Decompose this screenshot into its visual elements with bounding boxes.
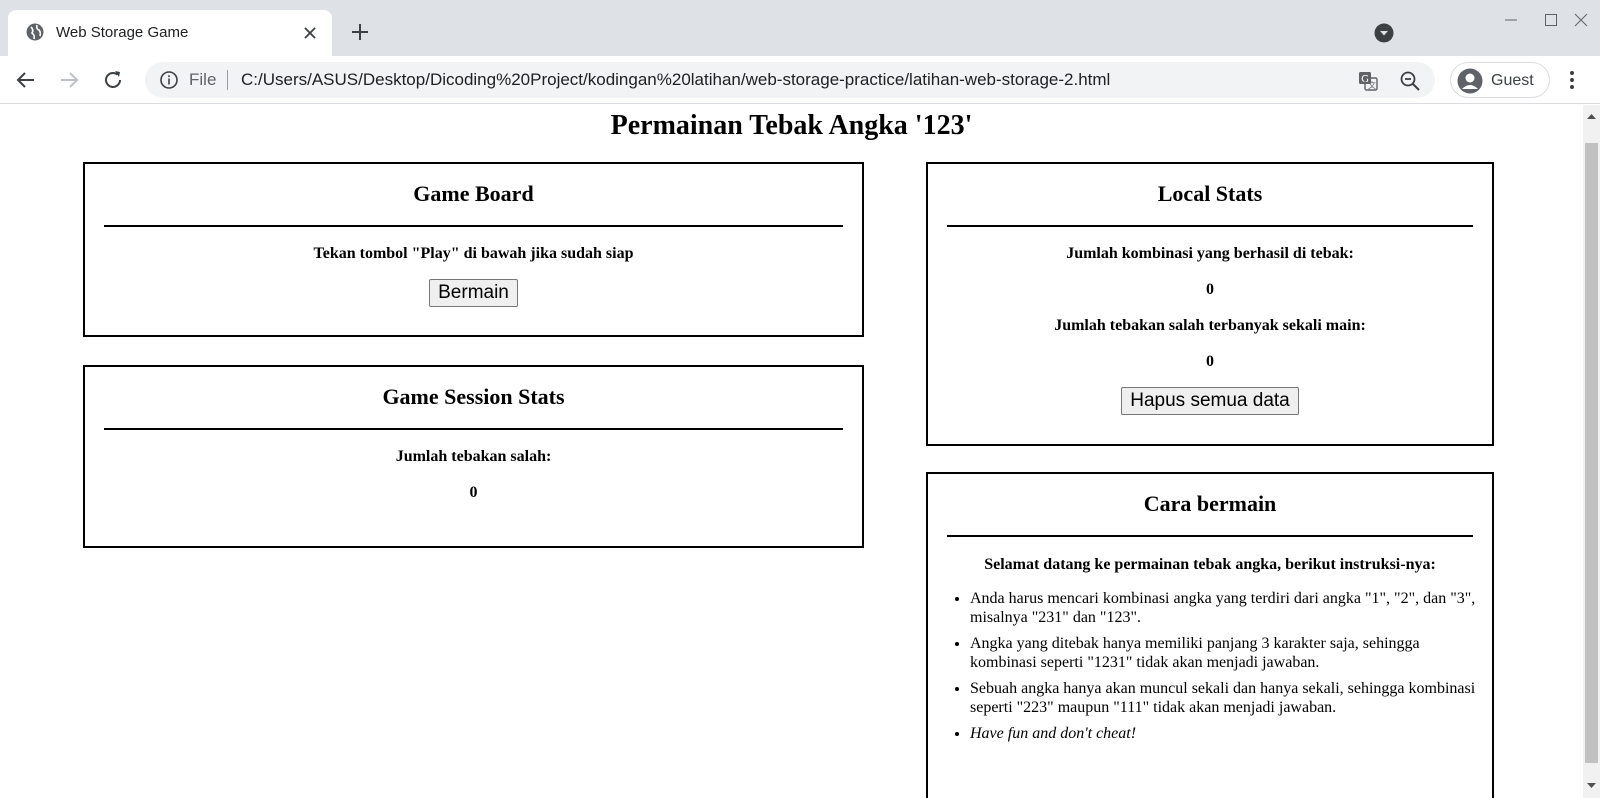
game-board-heading: Game Board bbox=[413, 181, 534, 206]
back-arrow-icon[interactable] bbox=[14, 68, 38, 92]
avatar-icon bbox=[1457, 68, 1483, 94]
active-tab[interactable]: Web Storage Game bbox=[8, 10, 332, 56]
list-item: Have fun and don't cheat! bbox=[970, 724, 1486, 743]
clear-data-button[interactable]: Hapus semua data bbox=[1121, 387, 1299, 415]
window-close-icon[interactable] bbox=[1566, 6, 1596, 34]
max-wrong-label: Jumlah tebakan salah terbanyak sekali ma… bbox=[1054, 317, 1366, 334]
play-button[interactable]: Bermain bbox=[429, 279, 518, 307]
divider bbox=[947, 225, 1473, 227]
kebab-menu-icon[interactable] bbox=[1560, 68, 1584, 92]
tab-title: Web Storage Game bbox=[56, 24, 189, 41]
zoom-out-icon[interactable] bbox=[1399, 70, 1421, 92]
profile-button[interactable]: Guest bbox=[1450, 62, 1550, 98]
session-stats-heading: Game Session Stats bbox=[382, 384, 565, 409]
forward-arrow-icon bbox=[61, 72, 79, 88]
divider bbox=[104, 225, 843, 227]
max-wrong-value: 0 bbox=[1206, 353, 1214, 370]
how-to-play-intro: Selamat datang ke permainan tebak angka,… bbox=[984, 556, 1436, 573]
divider bbox=[947, 535, 1473, 537]
wrong-guesses-label: Jumlah tebakan salah: bbox=[395, 448, 552, 465]
session-stats-card: Game Session Stats Jumlah tebakan salah:… bbox=[83, 365, 864, 548]
wrong-guesses-value: 0 bbox=[469, 484, 478, 501]
instruction-list: Anda harus mencari kombinasi angka yang … bbox=[970, 589, 1492, 743]
page-title: Permainan Tebak Angka '123' bbox=[610, 110, 973, 141]
globe-icon bbox=[26, 23, 44, 41]
game-board-card: Game Board Tekan tombol "Play" di bawah … bbox=[83, 162, 864, 337]
info-icon[interactable] bbox=[159, 70, 179, 90]
reload-icon[interactable] bbox=[101, 68, 125, 92]
scroll-down-arrow-icon[interactable] bbox=[1583, 779, 1600, 793]
game-board-instruction: Tekan tombol "Play" di bawah jika sudah … bbox=[313, 245, 634, 262]
local-stats-card: Local Stats Jumlah kombinasi yang berhas… bbox=[926, 162, 1494, 446]
profile-label: Guest bbox=[1491, 72, 1534, 89]
how-to-play-card: Cara bermain Selamat datang ke permainan… bbox=[926, 472, 1494, 798]
divider bbox=[104, 428, 843, 430]
tab-strip: Web Storage Game bbox=[0, 0, 1600, 56]
address-bar[interactable]: File C:/Users/ASUS/Desktop/Dicoding%20Pr… bbox=[145, 62, 1435, 98]
file-scheme-label: File bbox=[189, 70, 217, 89]
translate-icon[interactable]: G 文 bbox=[1357, 70, 1379, 92]
minimize-icon[interactable] bbox=[1496, 6, 1526, 34]
svg-text:文: 文 bbox=[1368, 80, 1376, 90]
list-item: Angka yang ditebak hanya memiliki panjan… bbox=[970, 634, 1486, 672]
maximize-icon[interactable] bbox=[1536, 6, 1566, 34]
list-item: Anda harus mencari kombinasi angka yang … bbox=[970, 589, 1486, 627]
plus-icon[interactable] bbox=[348, 20, 372, 44]
page-viewport: Permainan Tebak Angka '123' Game Board T… bbox=[0, 105, 1583, 798]
tab-search-icon[interactable] bbox=[1374, 23, 1394, 43]
scroll-up-arrow-icon[interactable] bbox=[1583, 109, 1600, 123]
local-stats-heading: Local Stats bbox=[1157, 181, 1263, 206]
success-count-value: 0 bbox=[1206, 281, 1214, 298]
list-item: Sebuah angka hanya akan muncul sekali da… bbox=[970, 679, 1486, 717]
url-text[interactable]: C:/Users/ASUS/Desktop/Dicoding%20Project… bbox=[241, 70, 1110, 90]
browser-toolbar: File C:/Users/ASUS/Desktop/Dicoding%20Pr… bbox=[0, 56, 1600, 104]
scrollbar-thumb[interactable] bbox=[1585, 143, 1598, 763]
success-count-label: Jumlah kombinasi yang berhasil di tebak: bbox=[1066, 245, 1354, 262]
omnibox-separator bbox=[227, 70, 228, 90]
close-icon[interactable] bbox=[298, 21, 322, 45]
how-to-play-heading: Cara bermain bbox=[1143, 491, 1277, 516]
vertical-scrollbar[interactable] bbox=[1583, 105, 1600, 798]
